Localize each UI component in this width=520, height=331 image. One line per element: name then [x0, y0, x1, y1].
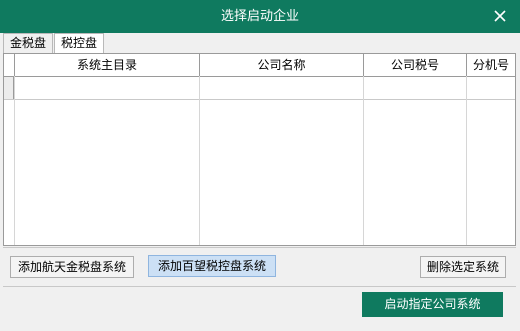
- column-divider: [363, 76, 364, 245]
- window-title: 选择启动企业: [220, 9, 299, 24]
- header-corner: [4, 54, 14, 76]
- start-company-system-button[interactable]: 启动指定公司系统: [362, 292, 503, 317]
- column-header-tax-id[interactable]: 公司税号: [363, 54, 466, 76]
- column-divider: [14, 76, 15, 245]
- column-header-company-name[interactable]: 公司名称: [199, 54, 363, 76]
- add-baiwang-system-button[interactable]: 添加百望税控盘系统: [148, 255, 276, 277]
- tab-tax-control-disk[interactable]: 税控盘: [54, 33, 105, 54]
- tab-strip: 金税盘 税控盘: [3, 33, 105, 54]
- add-golden-tax-system-button[interactable]: 添加航天金税盘系统: [10, 256, 134, 278]
- table-header: 系统主目录 公司名称 公司税号 分机号: [4, 54, 515, 77]
- divider: [3, 247, 516, 248]
- delete-selected-system-button[interactable]: 删除选定系统: [420, 256, 506, 278]
- tab-golden-tax-disk[interactable]: 金税盘: [3, 33, 54, 53]
- row-header[interactable]: [4, 77, 14, 99]
- column-divider: [199, 76, 200, 245]
- close-icon[interactable]: [490, 6, 510, 26]
- column-divider: [466, 76, 467, 245]
- table-row[interactable]: [4, 77, 515, 100]
- company-table: 系统主目录 公司名称 公司税号 分机号: [3, 53, 516, 246]
- column-header-extension[interactable]: 分机号: [466, 54, 515, 76]
- column-header-root-dir[interactable]: 系统主目录: [14, 54, 199, 76]
- divider: [3, 286, 516, 287]
